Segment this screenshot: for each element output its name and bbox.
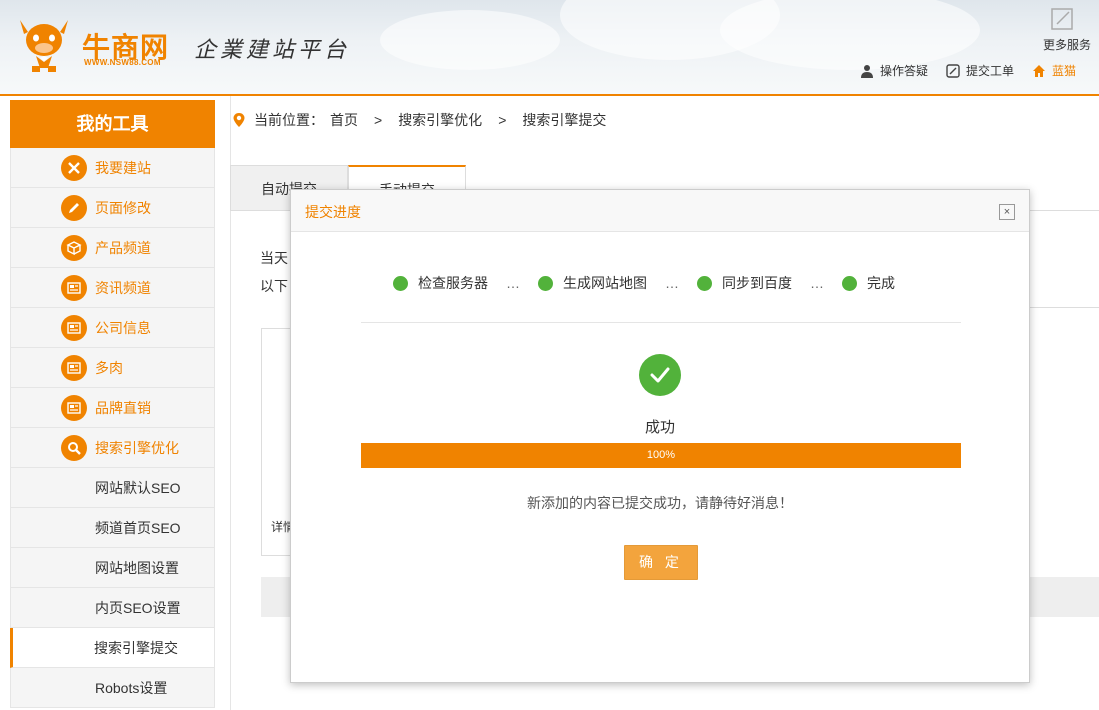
breadcrumb-seo[interactable]: 搜索引擎优化 bbox=[398, 110, 482, 130]
sidebar-item-label: 多肉 bbox=[95, 359, 123, 376]
step-complete-icon bbox=[697, 275, 712, 291]
logo-mascot-icon[interactable] bbox=[12, 10, 76, 74]
confirm-button[interactable]: 确 定 bbox=[624, 545, 698, 580]
newspaper-icon bbox=[61, 274, 87, 301]
sidebar-item-company-info[interactable]: 公司信息 bbox=[10, 308, 215, 348]
step-label: 同步到百度 bbox=[722, 275, 792, 291]
step-generate-sitemap: 生成网站地图 bbox=[538, 273, 647, 293]
box-icon bbox=[61, 234, 87, 261]
sidebar-item-products[interactable]: 产品频道 bbox=[10, 228, 215, 268]
step-sync-baidu: 同步到百度 bbox=[697, 273, 792, 293]
step-complete-icon bbox=[842, 275, 857, 291]
progress-fill: 100% bbox=[361, 443, 961, 468]
sidebar-item-succulents[interactable]: 多肉 bbox=[10, 348, 215, 388]
close-button[interactable]: × bbox=[999, 204, 1015, 220]
sidebar-item-label: 公司信息 bbox=[95, 319, 151, 336]
sidebar-item-label: 页面修改 bbox=[95, 199, 151, 216]
sidebar-sub-default-seo[interactable]: 网站默认SEO bbox=[10, 468, 215, 508]
newspaper-icon bbox=[61, 354, 87, 381]
logo-url: WWW.NSW88.COM bbox=[84, 58, 161, 67]
sidebar-item-seo[interactable]: 搜索引擎优化 bbox=[10, 428, 215, 468]
dialog-divider bbox=[361, 322, 961, 323]
sidebar-sub-sitemap-settings[interactable]: 网站地图设置 bbox=[10, 548, 215, 588]
sidebar-title: 我的工具 bbox=[10, 100, 215, 148]
sidebar-sub-robots[interactable]: Robots设置 bbox=[10, 668, 215, 708]
step-complete-icon bbox=[393, 275, 408, 291]
sidebar-item-build-site[interactable]: 我要建站 bbox=[10, 148, 215, 188]
step-complete-icon bbox=[538, 275, 553, 291]
status-text: 成功 bbox=[644, 419, 675, 436]
top-links: 操作答疑 提交工单 蓝猫 bbox=[860, 62, 1080, 79]
logo-slogan: 企業建站平台 bbox=[194, 38, 351, 63]
edit-icon bbox=[1051, 8, 1073, 30]
step-separator: … bbox=[810, 275, 824, 291]
newspaper-icon bbox=[61, 394, 87, 421]
bg-text-below: 以下 bbox=[260, 278, 288, 294]
header-cloud bbox=[380, 10, 560, 70]
edit-square-icon bbox=[946, 63, 960, 78]
close-icon: × bbox=[1003, 205, 1011, 218]
sidebar-item-label: 搜索引擎优化 bbox=[95, 439, 179, 456]
step-label: 完成 bbox=[867, 275, 895, 291]
faq-link-label: 操作答疑 bbox=[880, 64, 929, 78]
step-separator: … bbox=[665, 275, 679, 291]
tools-icon bbox=[61, 154, 87, 181]
header-cloud bbox=[720, 0, 980, 70]
success-message: 新添加的内容已提交成功，请静待好消息！ bbox=[527, 495, 793, 511]
sidebar-sub-inner-seo[interactable]: 内页SEO设置 bbox=[10, 588, 215, 628]
location-pin-icon bbox=[233, 113, 245, 127]
sidebar-item-label: 我要建站 bbox=[95, 159, 151, 176]
sidebar-item-label: 品牌直销 bbox=[95, 399, 151, 416]
breadcrumb-separator: > bbox=[374, 112, 383, 128]
sidebar-sub-channel-seo[interactable]: 频道首页SEO bbox=[10, 508, 215, 548]
pencil-icon bbox=[61, 194, 87, 221]
more-services-button[interactable]: 更多服务 bbox=[1037, 6, 1097, 53]
username-label: 蓝猫 bbox=[1052, 64, 1077, 78]
newspaper-icon bbox=[61, 314, 87, 341]
bg-text-today: 当天 bbox=[260, 250, 288, 266]
breadcrumb-home[interactable]: 首页 bbox=[330, 110, 358, 130]
sidebar-item-label: 产品频道 bbox=[95, 239, 151, 256]
progress-steps: 检查服务器 … 生成网站地图 … 同步到百度 … 完成 bbox=[393, 273, 895, 293]
sidebar-item-label: 资讯频道 bbox=[95, 279, 151, 296]
breadcrumb-prefix: 当前位置： bbox=[254, 112, 324, 128]
search-icon bbox=[61, 434, 87, 461]
step-done: 完成 bbox=[842, 273, 895, 293]
sidebar: 我的工具 我要建站 页面修改 产品频道 资讯频道 公司信息 多肉 品牌直销 搜索… bbox=[10, 100, 215, 710]
more-services-label: 更多服务 bbox=[1042, 38, 1091, 52]
step-label: 生成网站地图 bbox=[563, 275, 647, 291]
step-check-server: 检查服务器 bbox=[393, 273, 488, 293]
ticket-link-label: 提交工单 bbox=[966, 64, 1015, 78]
dialog-title: 提交进度 bbox=[305, 204, 361, 220]
sidebar-item-news[interactable]: 资讯频道 bbox=[10, 268, 215, 308]
progress-bar: 100% bbox=[361, 443, 961, 468]
sidebar-sub-search-submit[interactable]: 搜索引擎提交 bbox=[10, 628, 215, 668]
header: 牛商网 WWW.NSW88.COM 企業建站平台 更多服务 操作答疑 提交工单 … bbox=[0, 0, 1099, 96]
user-home-link[interactable]: 蓝猫 bbox=[1032, 62, 1076, 79]
step-label: 检查服务器 bbox=[418, 275, 488, 291]
breadcrumb: 当前位置： 首页 > 搜索引擎优化 > 搜索引擎提交 bbox=[232, 110, 606, 130]
home-icon bbox=[1033, 64, 1046, 77]
step-separator: … bbox=[506, 275, 520, 291]
breadcrumb-separator: > bbox=[498, 112, 507, 128]
ticket-link[interactable]: 提交工单 bbox=[946, 62, 1014, 79]
check-icon bbox=[639, 354, 681, 396]
user-icon bbox=[861, 64, 873, 78]
sidebar-item-page-edit[interactable]: 页面修改 bbox=[10, 188, 215, 228]
submit-progress-dialog: 提交进度 × 检查服务器 … 生成网站地图 … 同步到百度 … 完成 成功 10… bbox=[290, 189, 1030, 683]
bg-bar bbox=[1029, 577, 1099, 617]
faq-link[interactable]: 操作答疑 bbox=[860, 62, 928, 79]
breadcrumb-current: 搜索引擎提交 bbox=[522, 112, 607, 128]
sidebar-item-brand-sales[interactable]: 品牌直销 bbox=[10, 388, 215, 428]
dialog-header: 提交进度 × bbox=[291, 190, 1029, 232]
